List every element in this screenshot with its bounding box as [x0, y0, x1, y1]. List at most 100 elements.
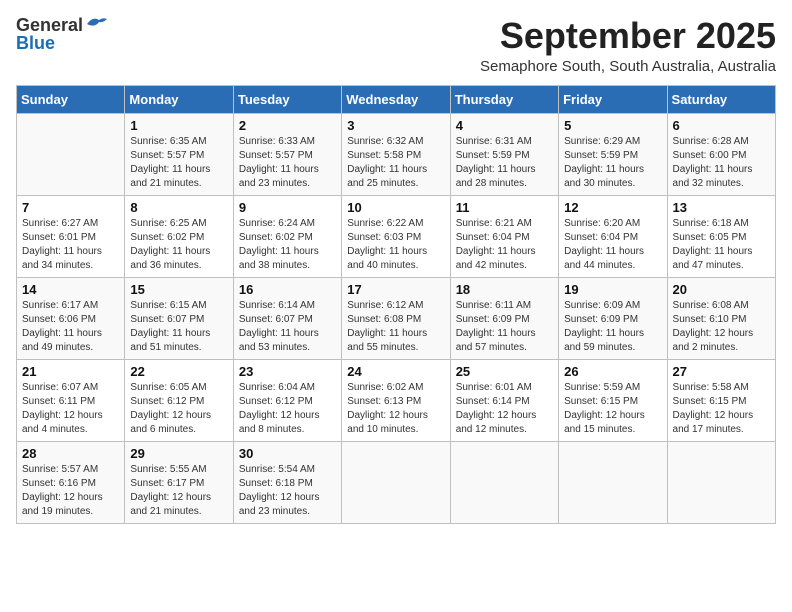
- calendar-cell: 6Sunrise: 6:28 AMSunset: 6:00 PMDaylight…: [667, 113, 775, 195]
- day-number: 28: [22, 446, 119, 461]
- logo-bird-icon: [85, 16, 107, 34]
- calendar-cell: 12 Sunrise: 6:20 AMSunset: 6:04 PMDayligh…: [559, 195, 667, 277]
- day-info: Sunrise: 6:11 AMSunset: 6:09 PMDaylight:…: [456, 299, 553, 355]
- day-number: 27: [673, 364, 770, 379]
- calendar-week-4: 21Sunrise: 6:07 AMSunset: 6:11 PMDayligh…: [17, 359, 776, 441]
- calendar-cell: 14 Sunrise: 6:17 AMSunset: 6:06 PMDayligh…: [17, 277, 125, 359]
- day-info: Sunrise: 6:21 AMSunset: 6:04 PMDaylight:…: [456, 217, 553, 273]
- calendar-cell: 22 Sunrise: 6:05 AMSunset: 6:12 PMDayligh…: [125, 359, 233, 441]
- calendar-cell: 23Sunrise: 6:04 AMSunset: 6:12 PMDayligh…: [233, 359, 341, 441]
- day-number: 7: [22, 200, 119, 215]
- day-info: Sunrise: 6:15 AMSunset: 6:07 PMDaylight:…: [130, 299, 227, 355]
- calendar-cell: [17, 113, 125, 195]
- day-number: 12: [564, 200, 661, 215]
- day-info: Sunrise: 6:01 AMSunset: 6:14 PMDaylight:…: [456, 381, 553, 437]
- day-info: Sunrise: 6:32 AMSunset: 5:58 PMDaylight:…: [347, 135, 444, 191]
- calendar-cell: 27Sunrise: 5:58 AMSunset: 6:15 PMDayligh…: [667, 359, 775, 441]
- calendar-table: SundayMondayTuesdayWednesdayThursdayFrid…: [16, 85, 776, 524]
- calendar-cell: 24Sunrise: 6:02 AMSunset: 6:13 PMDayligh…: [342, 359, 450, 441]
- day-info: Sunrise: 6:07 AMSunset: 6:11 PMDaylight:…: [22, 381, 119, 437]
- header-tuesday: Tuesday: [233, 85, 341, 113]
- calendar-week-2: 7 Sunrise: 6:27 AMSunset: 6:01 PMDaylight…: [17, 195, 776, 277]
- day-info: Sunrise: 6:27 AMSunset: 6:01 PMDaylight:…: [22, 217, 119, 273]
- day-info: Sunrise: 6:02 AMSunset: 6:13 PMDaylight:…: [347, 381, 444, 437]
- day-number: 14: [22, 282, 119, 297]
- day-number: 13: [673, 200, 770, 215]
- calendar-cell: 8 Sunrise: 6:25 AMSunset: 6:02 PMDaylight…: [125, 195, 233, 277]
- day-info: Sunrise: 6:31 AMSunset: 5:59 PMDaylight:…: [456, 135, 553, 191]
- calendar-cell: 26 Sunrise: 5:59 AMSunset: 6:15 PMDayligh…: [559, 359, 667, 441]
- day-info: Sunrise: 6:22 AMSunset: 6:03 PMDaylight:…: [347, 217, 444, 273]
- logo-blue-text: Blue: [16, 34, 55, 52]
- calendar-header-row: SundayMondayTuesdayWednesdayThursdayFrid…: [17, 85, 776, 113]
- day-info: Sunrise: 5:54 AMSunset: 6:18 PMDaylight:…: [239, 463, 336, 519]
- day-number: 11: [456, 200, 553, 215]
- calendar-cell: 19 Sunrise: 6:09 AMSunset: 6:09 PMDayligh…: [559, 277, 667, 359]
- calendar-cell: 29 Sunrise: 5:55 AMSunset: 6:17 PMDayligh…: [125, 441, 233, 523]
- day-number: 29: [130, 446, 227, 461]
- title-block: September 2025 Semaphore South, South Au…: [480, 16, 776, 75]
- day-info: Sunrise: 6:17 AMSunset: 6:06 PMDaylight:…: [22, 299, 119, 355]
- header-friday: Friday: [559, 85, 667, 113]
- calendar-cell: 5 Sunrise: 6:29 AMSunset: 5:59 PMDaylight…: [559, 113, 667, 195]
- day-info: Sunrise: 6:08 AMSunset: 6:10 PMDaylight:…: [673, 299, 770, 355]
- day-info: Sunrise: 6:18 AMSunset: 6:05 PMDaylight:…: [673, 217, 770, 273]
- day-number: 8: [130, 200, 227, 215]
- header-monday: Monday: [125, 85, 233, 113]
- header-thursday: Thursday: [450, 85, 558, 113]
- calendar-cell: 11 Sunrise: 6:21 AMSunset: 6:04 PMDayligh…: [450, 195, 558, 277]
- calendar-week-3: 14 Sunrise: 6:17 AMSunset: 6:06 PMDayligh…: [17, 277, 776, 359]
- calendar-cell: 21Sunrise: 6:07 AMSunset: 6:11 PMDayligh…: [17, 359, 125, 441]
- day-number: 9: [239, 200, 336, 215]
- day-info: Sunrise: 5:59 AMSunset: 6:15 PMDaylight:…: [564, 381, 661, 437]
- day-number: 5: [564, 118, 661, 133]
- logo: General Blue: [16, 16, 107, 52]
- calendar-cell: 30 Sunrise: 5:54 AMSunset: 6:18 PMDayligh…: [233, 441, 341, 523]
- day-info: Sunrise: 6:29 AMSunset: 5:59 PMDaylight:…: [564, 135, 661, 191]
- day-number: 6: [673, 118, 770, 133]
- logo-general-text: General: [16, 16, 83, 34]
- day-number: 18: [456, 282, 553, 297]
- day-info: Sunrise: 6:33 AMSunset: 5:57 PMDaylight:…: [239, 135, 336, 191]
- day-number: 3: [347, 118, 444, 133]
- calendar-cell: [450, 441, 558, 523]
- day-number: 25: [456, 364, 553, 379]
- calendar-cell: 7 Sunrise: 6:27 AMSunset: 6:01 PMDaylight…: [17, 195, 125, 277]
- day-info: Sunrise: 6:25 AMSunset: 6:02 PMDaylight:…: [130, 217, 227, 273]
- calendar-cell: [559, 441, 667, 523]
- day-number: 30: [239, 446, 336, 461]
- calendar-cell: 1Sunrise: 6:35 AMSunset: 5:57 PMDaylight…: [125, 113, 233, 195]
- day-number: 16: [239, 282, 336, 297]
- calendar-week-1: 1Sunrise: 6:35 AMSunset: 5:57 PMDaylight…: [17, 113, 776, 195]
- day-info: Sunrise: 5:57 AMSunset: 6:16 PMDaylight:…: [22, 463, 119, 519]
- day-info: Sunrise: 6:20 AMSunset: 6:04 PMDaylight:…: [564, 217, 661, 273]
- day-info: Sunrise: 6:09 AMSunset: 6:09 PMDaylight:…: [564, 299, 661, 355]
- day-info: Sunrise: 6:24 AMSunset: 6:02 PMDaylight:…: [239, 217, 336, 273]
- calendar-cell: [342, 441, 450, 523]
- day-number: 23: [239, 364, 336, 379]
- day-number: 20: [673, 282, 770, 297]
- calendar-cell: 17Sunrise: 6:12 AMSunset: 6:08 PMDayligh…: [342, 277, 450, 359]
- calendar-cell: 9 Sunrise: 6:24 AMSunset: 6:02 PMDaylight…: [233, 195, 341, 277]
- calendar-cell: 15Sunrise: 6:15 AMSunset: 6:07 PMDayligh…: [125, 277, 233, 359]
- day-number: 26: [564, 364, 661, 379]
- day-number: 1: [130, 118, 227, 133]
- calendar-cell: 20 Sunrise: 6:08 AMSunset: 6:10 PMDayligh…: [667, 277, 775, 359]
- month-title: September 2025: [480, 16, 776, 56]
- day-number: 19: [564, 282, 661, 297]
- calendar-cell: 4 Sunrise: 6:31 AMSunset: 5:59 PMDaylight…: [450, 113, 558, 195]
- day-number: 10: [347, 200, 444, 215]
- calendar-cell: 25 Sunrise: 6:01 AMSunset: 6:14 PMDayligh…: [450, 359, 558, 441]
- calendar-cell: 16Sunrise: 6:14 AMSunset: 6:07 PMDayligh…: [233, 277, 341, 359]
- day-info: Sunrise: 5:55 AMSunset: 6:17 PMDaylight:…: [130, 463, 227, 519]
- day-number: 22: [130, 364, 227, 379]
- calendar-cell: 13 Sunrise: 6:18 AMSunset: 6:05 PMDayligh…: [667, 195, 775, 277]
- page-header: General Blue September 2025 Semaphore So…: [16, 16, 776, 75]
- day-number: 2: [239, 118, 336, 133]
- day-info: Sunrise: 6:12 AMSunset: 6:08 PMDaylight:…: [347, 299, 444, 355]
- calendar-cell: 3 Sunrise: 6:32 AMSunset: 5:58 PMDaylight…: [342, 113, 450, 195]
- calendar-cell: 28 Sunrise: 5:57 AMSunset: 6:16 PMDayligh…: [17, 441, 125, 523]
- day-info: Sunrise: 6:05 AMSunset: 6:12 PMDaylight:…: [130, 381, 227, 437]
- calendar-cell: 10 Sunrise: 6:22 AMSunset: 6:03 PMDayligh…: [342, 195, 450, 277]
- day-number: 4: [456, 118, 553, 133]
